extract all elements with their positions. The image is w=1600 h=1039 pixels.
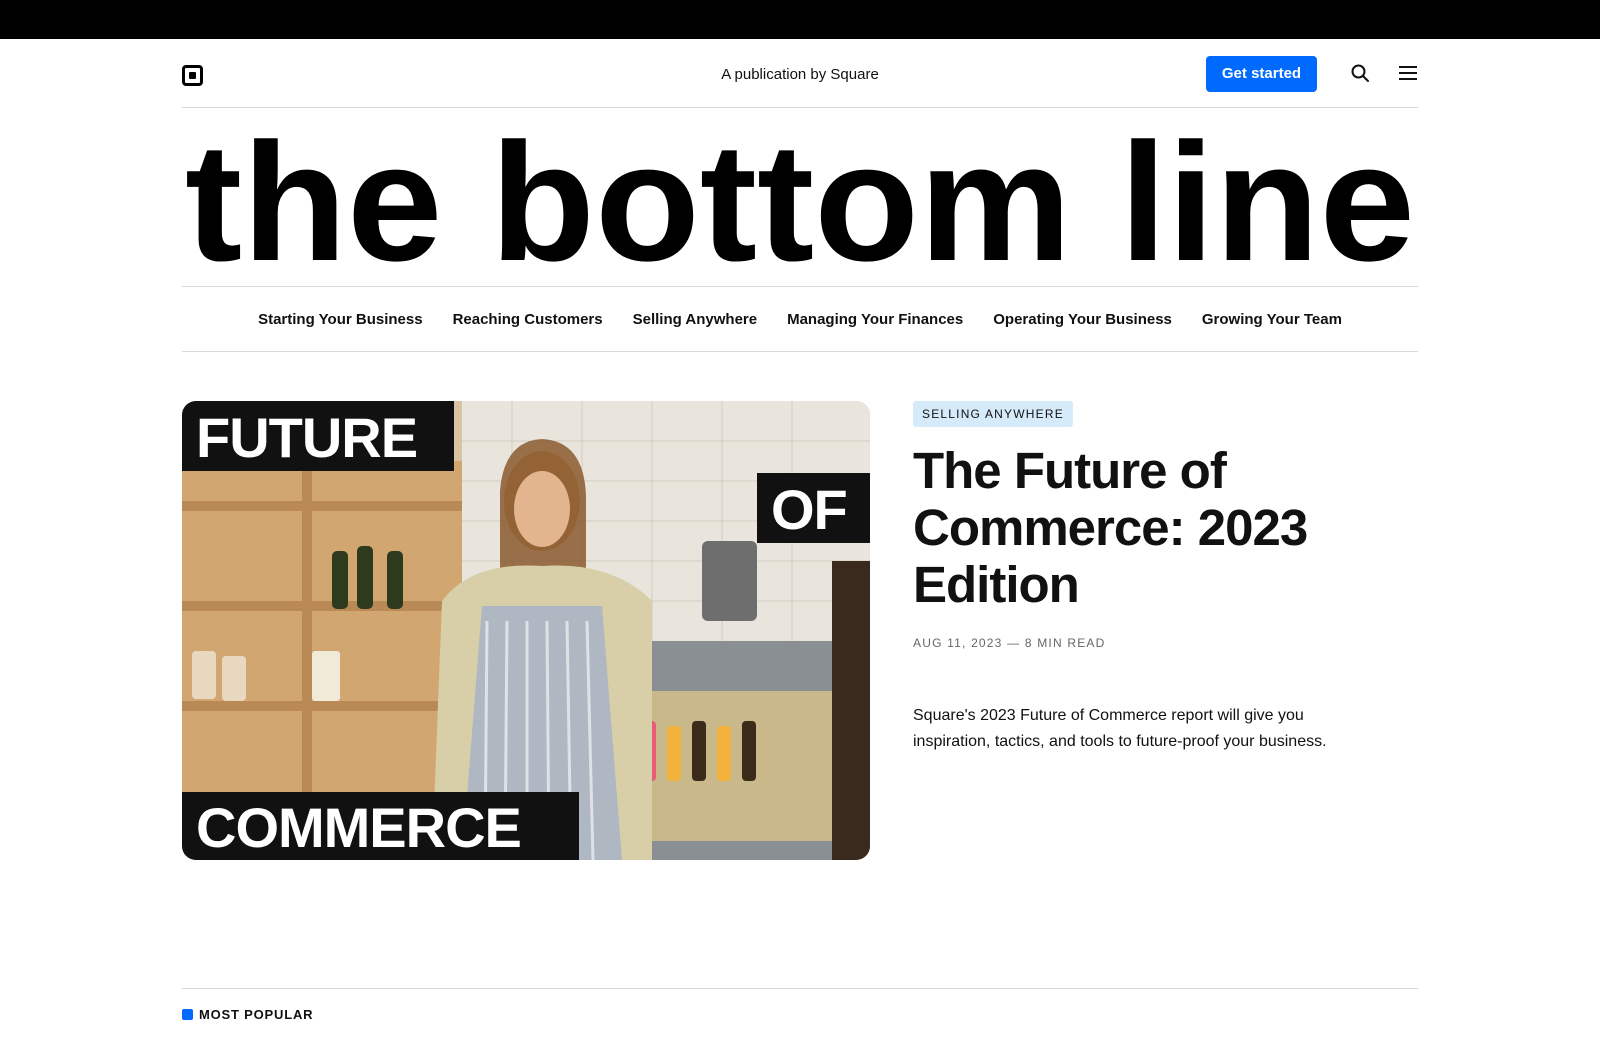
search-icon[interactable]: [1350, 63, 1370, 83]
nav-item-selling-anywhere[interactable]: Selling Anywhere: [633, 311, 757, 328]
feature-image[interactable]: FUTURE OF COMMERCE: [182, 401, 870, 860]
nav-item-operating-your-business[interactable]: Operating Your Business: [993, 311, 1172, 328]
image-word-commerce: COMMERCE: [182, 792, 579, 860]
feature-meta: AUG 11, 2023 — 8 MIN READ: [913, 636, 1106, 650]
section-divider: [182, 988, 1418, 989]
site-header: A publication by Square Get started: [182, 39, 1418, 108]
nav-item-starting-your-business[interactable]: Starting Your Business: [258, 311, 422, 328]
accent-square-icon: [182, 1009, 193, 1020]
category-tag[interactable]: SELLING ANYWHERE: [913, 401, 1073, 427]
get-started-button[interactable]: Get started: [1206, 56, 1317, 92]
image-word-of: OF: [757, 473, 870, 543]
hamburger-menu-icon[interactable]: [1398, 63, 1418, 83]
masthead-wordmark: the bottom line: [185, 108, 1415, 287]
most-popular-heading: MOST POPULAR: [182, 1007, 313, 1022]
category-nav: Starting Your Business Reaching Customer…: [182, 287, 1418, 352]
feature-headline[interactable]: The Future of Commerce: 2023 Edition: [913, 442, 1383, 613]
most-popular-label: MOST POPULAR: [199, 1007, 314, 1022]
feature-summary: Square's 2023 Future of Commerce report …: [913, 707, 1327, 750]
nav-item-reaching-customers[interactable]: Reaching Customers: [453, 311, 603, 328]
masthead[interactable]: the bottom line: [182, 108, 1418, 287]
nav-item-managing-your-finances[interactable]: Managing Your Finances: [787, 311, 963, 328]
masthead-title: the bottom line: [185, 108, 1415, 287]
browser-top-bar: [0, 0, 1600, 39]
nav-item-growing-your-team[interactable]: Growing Your Team: [1202, 311, 1342, 328]
image-word-future: FUTURE: [182, 401, 454, 471]
